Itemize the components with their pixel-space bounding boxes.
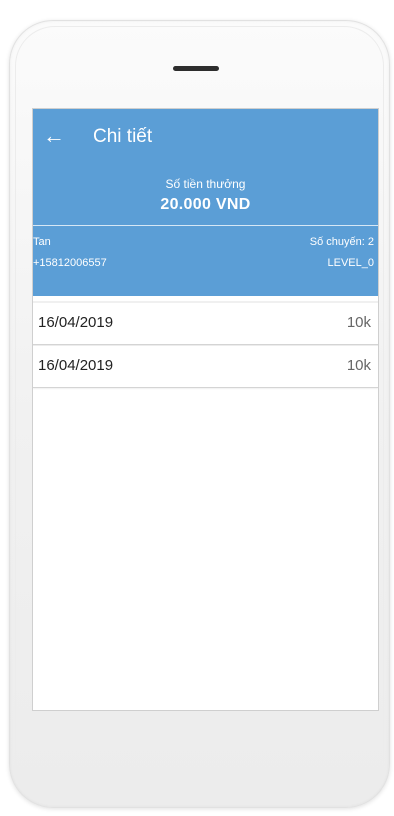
user-phone: +15812006557 <box>33 257 107 269</box>
item-value: 10k <box>346 357 371 374</box>
item-value: 10k <box>346 314 371 331</box>
trip-count: Số chuyến: 2 <box>309 236 374 248</box>
back-arrow-icon[interactable]: ← <box>41 123 67 149</box>
list-item[interactable]: 16/04/2019 10k <box>33 345 378 388</box>
phone-speaker <box>173 66 219 71</box>
list-item[interactable]: 16/04/2019 10k <box>33 303 378 345</box>
user-name: Tan <box>33 236 51 248</box>
header: ← Chi tiết Số tiền thưởng 20.000 VND Tan… <box>33 109 378 296</box>
history-list: 16/04/2019 10k 16/04/2019 10k <box>33 301 378 388</box>
header-divider <box>33 225 378 226</box>
app-screen: ← Chi tiết Số tiền thưởng 20.000 VND Tan… <box>32 108 379 711</box>
item-date: 16/04/2019 <box>38 314 114 331</box>
bonus-label: Số tiền thưởng <box>165 177 246 191</box>
item-date: 16/04/2019 <box>38 357 114 374</box>
user-level: LEVEL_0 <box>327 257 374 269</box>
user-contact-row: +15812006557 LEVEL_0 <box>33 257 378 275</box>
app-bar: ← Chi tiết <box>33 109 378 167</box>
bonus-amount: 20.000 VND <box>160 196 251 213</box>
page-title: Chi tiết <box>93 126 153 147</box>
user-info-row: Tan Số chuyến: 2 <box>33 236 378 254</box>
